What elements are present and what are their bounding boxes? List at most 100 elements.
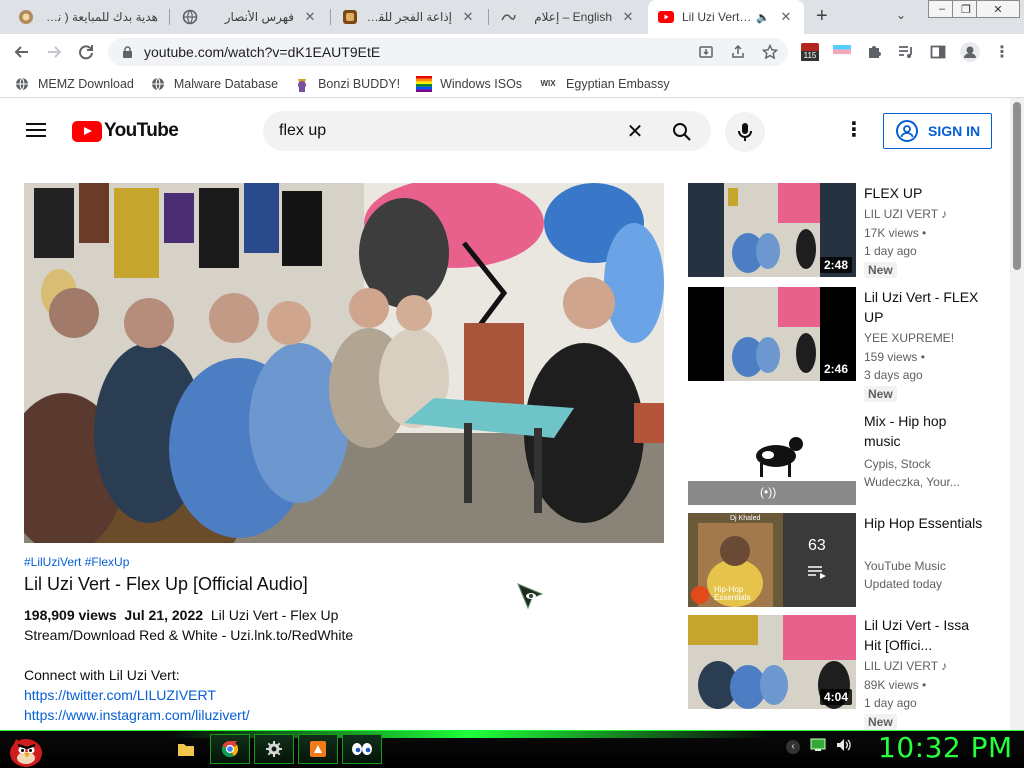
- page-scrollbar[interactable]: [1010, 98, 1024, 730]
- recommendation-title[interactable]: Hip Hop Essentials: [864, 513, 984, 533]
- voice-search-icon[interactable]: [725, 112, 765, 152]
- browser-menu-icon[interactable]: ⋮: [990, 40, 1014, 64]
- search-query: flex up: [279, 122, 327, 139]
- video-title: Lil Uzi Vert - Flex Up [Official Audio]: [24, 574, 308, 594]
- bookmark-item[interactable]: Malware Database: [150, 76, 278, 92]
- instagram-link[interactable]: https://www.instagram.com/liluzivert/: [24, 707, 250, 723]
- globe-icon: [182, 9, 198, 25]
- bookmark-star-icon[interactable]: [758, 40, 782, 64]
- new-badge: New: [864, 714, 897, 730]
- tab-title: English – إعلام: [534, 10, 612, 24]
- close-icon[interactable]: ✕: [460, 9, 476, 25]
- recommendation-item[interactable]: 2:46 Lil Uzi Vert - FLEX UP YEE XUPREME!…: [688, 287, 1004, 402]
- recommendation-title[interactable]: FLEX UP: [864, 183, 984, 203]
- share-icon[interactable]: [726, 40, 750, 64]
- recommendation-title[interactable]: Lil Uzi Vert - FLEX UP: [864, 287, 984, 327]
- youtube-header: YouTube flex up ✕ ⋮ SIGN IN: [0, 98, 1010, 164]
- new-tab-button[interactable]: +: [816, 5, 828, 28]
- extensions-icon[interactable]: [862, 40, 886, 64]
- channel-name[interactable]: YouTube Music: [864, 559, 946, 573]
- file-explorer-icon[interactable]: [166, 734, 206, 764]
- new-badge: New: [864, 386, 897, 402]
- new-badge: New: [864, 262, 897, 278]
- bookmark-label: Egyptian Embassy: [566, 76, 670, 91]
- clear-search-icon[interactable]: ✕: [622, 118, 648, 144]
- video-player[interactable]: [24, 183, 664, 543]
- recommendation-item[interactable]: 4:04 Lil Uzi Vert - Issa Hit [Offici... …: [688, 615, 1004, 730]
- browser-tab-active[interactable]: Lil Uzi Vert - F 🔈 ✕: [648, 0, 804, 34]
- video-thumbnail[interactable]: 2:46: [688, 287, 856, 381]
- browser-tab[interactable]: English – إعلام ✕: [490, 0, 646, 34]
- bonzi-icon: [294, 76, 310, 92]
- publish-date: Jul 21, 2022: [124, 607, 204, 623]
- thumbnail-tag: Dj Khaled: [730, 515, 761, 522]
- back-button[interactable]: [8, 38, 36, 66]
- media-app-icon[interactable]: [298, 734, 338, 764]
- youtube-wordmark: YouTube: [104, 120, 179, 141]
- bookmark-item[interactable]: MEMZ Download: [14, 76, 134, 92]
- sign-in-button[interactable]: SIGN IN: [883, 113, 992, 149]
- channel-name[interactable]: YEE XUPREME!: [864, 331, 954, 345]
- tab-title: فهرس الأنصار: [224, 10, 294, 24]
- volume-icon[interactable]: [836, 738, 852, 755]
- user-icon: [896, 120, 918, 142]
- recommendation-title[interactable]: Lil Uzi Vert - Issa Hit [Offici...: [864, 615, 984, 655]
- video-thumbnail[interactable]: 2:48: [688, 183, 856, 277]
- eyes-app-icon[interactable]: [342, 734, 382, 764]
- extension-flag-icon[interactable]: [830, 40, 854, 64]
- bookmark-label: Malware Database: [173, 76, 279, 91]
- network-icon[interactable]: [810, 738, 826, 755]
- video-thumbnail[interactable]: 4:04: [688, 615, 856, 709]
- extension-calendar-icon[interactable]: 115: [798, 40, 822, 64]
- speaker-icon[interactable]: 🔈: [756, 11, 770, 24]
- settings-gear-icon[interactable]: [254, 734, 294, 764]
- search-icon[interactable]: [668, 118, 696, 146]
- scrollbar-thumb[interactable]: [1013, 102, 1021, 270]
- recommendation-title[interactable]: Mix - Hip hop music: [864, 411, 984, 451]
- tab-title: إذاعة الفجر للقرآن الكري: [366, 10, 452, 24]
- bookmark-item[interactable]: WIX Egyptian Embassy: [538, 76, 670, 92]
- bookmark-item[interactable]: Windows ISOs: [416, 75, 523, 92]
- youtube-logo[interactable]: YouTube: [72, 120, 179, 142]
- reload-button[interactable]: [72, 38, 100, 66]
- taskbar-clock[interactable]: 10:32 PM: [878, 731, 1013, 764]
- forward-button[interactable]: [40, 38, 68, 66]
- guide-menu-icon[interactable]: [24, 118, 48, 142]
- channel-name[interactable]: LIL UZI VERT ♪: [864, 659, 947, 673]
- more-options-icon[interactable]: ⋮: [842, 118, 866, 144]
- profile-icon[interactable]: [958, 40, 982, 64]
- channel-name[interactable]: LIL UZI VERT ♪: [864, 207, 947, 221]
- description-text: Connect with Lil Uzi Vert:: [24, 667, 180, 683]
- close-window-button[interactable]: ✕: [976, 0, 1020, 18]
- browser-toolbar: youtube.com/watch?v=dK1EAUT9EtE 115 ⋮: [0, 34, 1024, 70]
- video-hashtags[interactable]: #LilUziVert #FlexUp: [24, 555, 129, 569]
- recommendation-item[interactable]: (•)) Mix - Hip hop music Cypis, Stock Wu…: [688, 411, 1004, 507]
- start-button-angry-bird-icon[interactable]: [4, 729, 48, 768]
- bookmark-label: Bonzi BUDDY!: [318, 76, 401, 91]
- close-icon[interactable]: ✕: [302, 9, 318, 25]
- close-icon[interactable]: ✕: [620, 9, 636, 25]
- side-panel-icon[interactable]: [926, 40, 950, 64]
- browser-tab[interactable]: هدية بدك للمبايعة ( نشيد: [8, 0, 168, 34]
- media-queue-icon[interactable]: [894, 40, 918, 64]
- tab-search-icon[interactable]: ⌄: [896, 8, 906, 22]
- twitter-link[interactable]: https://twitter.com/LILUZIVERT: [24, 687, 216, 703]
- channel-name-more: Wudeczka, Your...: [864, 475, 960, 489]
- chrome-taskbar-icon[interactable]: [210, 734, 250, 764]
- browser-tab[interactable]: إذاعة الفجر للقرآن الكري ✕: [332, 0, 486, 34]
- video-duration: 2:48: [819, 257, 852, 273]
- install-icon[interactable]: [694, 40, 718, 64]
- close-icon[interactable]: ✕: [778, 9, 794, 25]
- address-bar[interactable]: youtube.com/watch?v=dK1EAUT9EtE: [108, 38, 788, 66]
- system-tray: ‹: [786, 738, 852, 755]
- bookmark-item[interactable]: Bonzi BUDDY!: [294, 76, 400, 92]
- recommendation-item[interactable]: Dj Khaled Hip-Hop Essentials 63 Hip Hop …: [688, 513, 1004, 609]
- youtube-icon: [658, 9, 674, 25]
- video-duration: 2:46: [819, 361, 852, 377]
- browser-tab[interactable]: فهرس الأنصار ✕: [172, 0, 328, 34]
- bookmark-label: Windows ISOs: [440, 76, 523, 91]
- recommendation-item[interactable]: 2:48 FLEX UP LIL UZI VERT ♪ 17K views • …: [688, 183, 1004, 279]
- tray-overflow-icon[interactable]: ‹: [786, 739, 800, 754]
- mix-thumbnail[interactable]: (•)): [688, 411, 856, 505]
- playlist-thumbnail[interactable]: Dj Khaled Hip-Hop Essentials 63: [688, 513, 856, 607]
